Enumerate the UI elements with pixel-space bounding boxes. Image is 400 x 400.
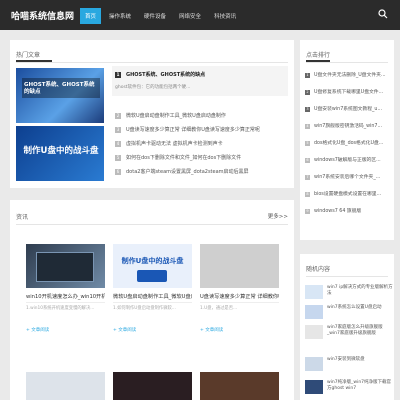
- hot-articles-panel: 热门文章 GHOST系统、GHOST系统的缺点 制作U盘中的战斗盘 1 GHOST…: [10, 40, 294, 188]
- post-thumbnail[interactable]: [200, 244, 279, 288]
- search-icon[interactable]: [378, 9, 388, 19]
- hot-item[interactable]: 5 如何在dos下删除文件和文件_如何在dos下删除文件: [115, 154, 241, 161]
- featured-image-1[interactable]: GHOST系统、GHOST系统的缺点: [16, 68, 104, 123]
- random-item-title[interactable]: win7 ip解决方式的专业版解析方法: [327, 285, 393, 297]
- section-underline: [306, 60, 330, 62]
- divider: [306, 62, 388, 63]
- ranking-item[interactable]: 1 U盘文件夹无法删除_U盘文件夹...: [305, 71, 386, 78]
- top-navbar: 哈喵系统信息网 首页 操作系统 硬件设备 网络安全 科技资讯: [0, 0, 400, 30]
- post-title[interactable]: 微软U盘启动盘制作工具_微软U盘启动盘: [113, 293, 192, 300]
- nav-item-os[interactable]: 操作系统: [104, 8, 136, 24]
- read-more-link[interactable]: + 文章阅读: [113, 327, 136, 333]
- random-thumbnail[interactable]: [305, 357, 323, 371]
- featured-image-2-caption: 制作U盘中的战斗盘: [23, 146, 99, 156]
- hot-item-desc: ghost软件包：它的功能包括两个硬...: [115, 85, 191, 90]
- random-thumbnail[interactable]: [305, 305, 323, 319]
- random-thumbnail[interactable]: [305, 285, 323, 299]
- featured-image-2[interactable]: 制作U盘中的战斗盘: [16, 126, 104, 181]
- random-item[interactable]: win7家庭版怎么升级旗舰版_win7家庭版升级旗舰版: [305, 325, 393, 341]
- read-more-link[interactable]: + 文章阅读: [200, 327, 223, 333]
- random-item[interactable]: win7 ip解决方式的专业版解析方法: [305, 285, 393, 301]
- ranking-item[interactable]: 7 win7系统安装后哪个文件夹_...: [305, 173, 380, 180]
- hot-item[interactable]: 1 GHOST系统、GHOST系统的缺点: [115, 71, 205, 78]
- ranking-item[interactable]: 9 windows7 64 旗舰版: [305, 207, 361, 214]
- hot-item[interactable]: 6 dota2客户端steam设置黑屏_dota2steam启动后黑屏: [115, 168, 249, 175]
- nav-item-hardware[interactable]: 硬件设备: [139, 8, 171, 24]
- post-thumbnail[interactable]: 制作U盘中的战斗盘: [113, 244, 192, 288]
- post-desc: 1.U盘，通过是否...: [200, 306, 238, 311]
- nav-item-tech[interactable]: 科技资讯: [209, 8, 241, 24]
- featured-image-1-caption: GHOST系统、GHOST系统的缺点: [24, 82, 95, 95]
- divider: [16, 224, 288, 225]
- ranking-item[interactable]: 2 U盘修复系统下载哪里U盘文件...: [305, 88, 383, 95]
- divider: [113, 302, 192, 303]
- nav-item-home[interactable]: 首页: [80, 8, 102, 24]
- post-thumbnail[interactable]: [26, 372, 105, 400]
- post-title[interactable]: win10开机速度怎么办_win10开机速度: [26, 293, 105, 300]
- latest-posts-panel: 资讯 更多>> win10开机速度怎么办_win10开机速度 1.win10系统…: [10, 200, 294, 400]
- site-logo[interactable]: 哈喵系统信息网: [11, 9, 74, 22]
- ranking-section-title: 点击排行: [306, 52, 331, 59]
- nav-item-security[interactable]: 网络安全: [174, 8, 206, 24]
- random-item[interactable]: win7纯净版_win7纯净版下载官方ghost win7: [305, 380, 393, 396]
- hot-section-title: 热门文章: [16, 52, 41, 59]
- hot-item[interactable]: 4 虚拟机声卡驱动无法 虚拟机声卡检测到声卡: [115, 140, 223, 147]
- random-item-title[interactable]: win7安装到微软盘: [327, 357, 393, 363]
- hot-item[interactable]: 2 微软U盘启动盘制作工具_微软U盘启动盘制作: [115, 112, 226, 119]
- section-underline: [16, 60, 52, 62]
- random-thumbnail[interactable]: [305, 325, 323, 339]
- random-thumbnail[interactable]: [305, 380, 323, 394]
- post-thumbnail[interactable]: [200, 372, 279, 400]
- random-item-title[interactable]: win7家庭版怎么升级旗舰版_win7家庭版升级旗舰版: [327, 325, 393, 337]
- ranking-item[interactable]: 4 win7旗舰版密钥激活码_win7...: [305, 122, 382, 129]
- read-more-link[interactable]: + 文章阅读: [26, 327, 49, 333]
- random-item[interactable]: win7系统怎么设置U盘启动: [305, 305, 393, 321]
- random-item[interactable]: win7安装到微软盘: [305, 357, 393, 373]
- ranking-item[interactable]: 8 bios设置硬盘模式设置在哪里...: [305, 190, 381, 197]
- divider: [26, 302, 105, 303]
- post-desc: 1.win10系统开机速度变慢的解决...: [26, 306, 95, 311]
- random-item-title[interactable]: win7系统怎么设置U盘启动: [327, 305, 393, 311]
- random-section-title: 随机内容: [306, 266, 331, 273]
- divider: [200, 302, 279, 303]
- main-nav: 首页 操作系统 硬件设备 网络安全 科技资讯: [80, 8, 244, 24]
- post-thumbnail[interactable]: [113, 372, 192, 400]
- post-title[interactable]: U盘读写速度多少算正常 详细教你U盘: [200, 293, 279, 300]
- ranking-item[interactable]: 5 dos格式化U盘_dos格式化U盘...: [305, 139, 383, 146]
- hot-item[interactable]: 3 U盘读写速度多少算正常 详细教你U盘读写速度多少算正常呢: [115, 126, 260, 133]
- divider: [16, 62, 288, 63]
- latest-section-title: 资讯: [16, 214, 29, 221]
- ranking-item[interactable]: 6 windows7破解版与正版的区...: [305, 156, 381, 163]
- post-thumbnail[interactable]: [26, 244, 105, 288]
- random-item-title[interactable]: win7纯净版_win7纯净版下载官方ghost win7: [327, 380, 393, 392]
- post-desc: 1.如何制作U盘启动盘制作微软...: [113, 306, 176, 311]
- divider: [306, 276, 388, 277]
- post-thumbnail-caption: 制作U盘中的战斗盘: [121, 257, 184, 265]
- more-link[interactable]: 更多>>: [268, 212, 288, 220]
- ranking-item[interactable]: 3 U盘安装win7系统图文教程_u...: [305, 105, 382, 112]
